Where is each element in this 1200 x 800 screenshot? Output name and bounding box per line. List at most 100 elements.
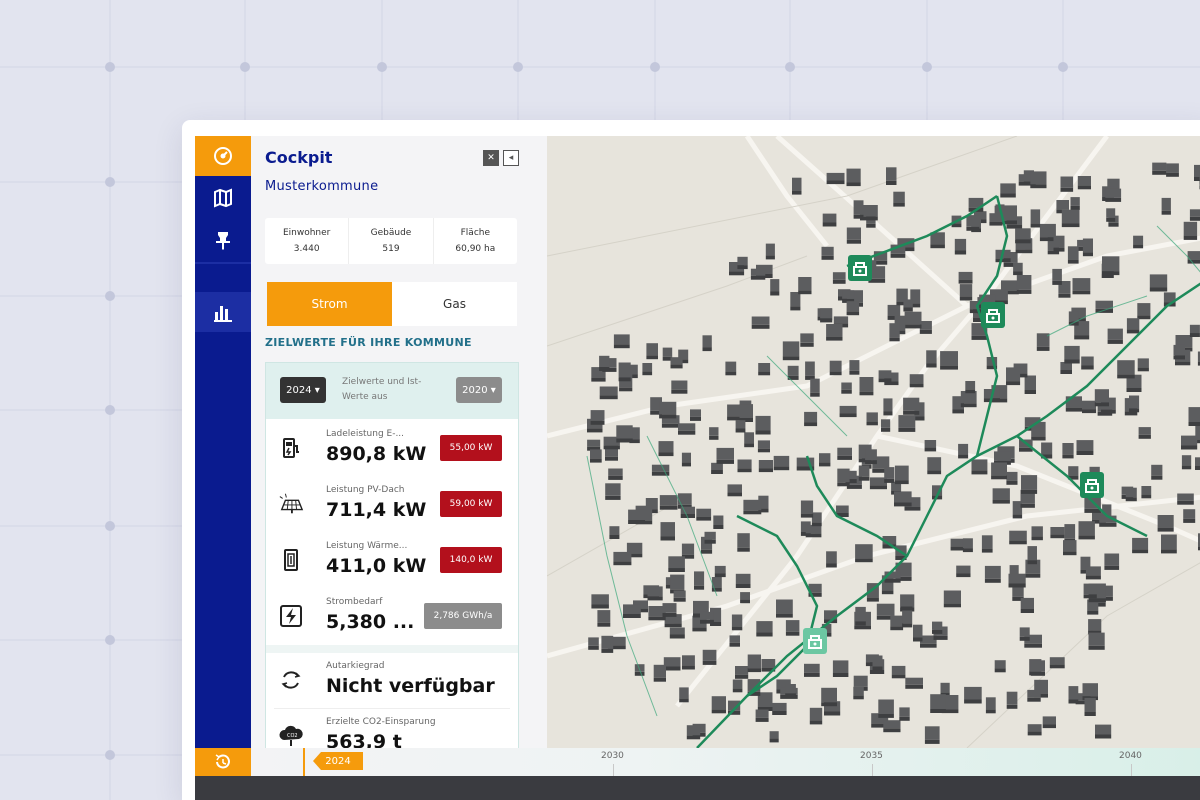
building — [836, 505, 849, 513]
building-side — [930, 244, 945, 249]
building — [900, 596, 913, 607]
rail-statistics-button[interactable] — [195, 292, 251, 332]
building-side — [829, 371, 842, 376]
building-side — [992, 499, 1010, 504]
toggle-strom[interactable]: Strom — [267, 282, 392, 326]
building — [747, 654, 761, 669]
building-side — [1020, 609, 1034, 613]
building — [1129, 395, 1140, 409]
timeline-reset-button[interactable] — [195, 748, 251, 776]
building-side — [960, 403, 977, 408]
toggle-gas[interactable]: Gas — [392, 282, 517, 326]
timeline-tick — [1131, 764, 1132, 776]
building-side — [883, 728, 901, 733]
building — [820, 308, 833, 319]
close-panel-button[interactable]: ✕ — [483, 150, 499, 166]
building-side — [785, 693, 796, 698]
building-side — [692, 627, 707, 632]
target-year-select[interactable]: 2020 ▾ — [456, 377, 502, 403]
stat-value: 60,90 ha — [455, 244, 496, 254]
rail-map-button[interactable] — [195, 178, 251, 218]
building-side — [1058, 293, 1071, 298]
building-side — [1008, 583, 1026, 588]
timeline-marker[interactable] — [303, 748, 305, 776]
building — [1105, 188, 1122, 198]
substation-marker-icon[interactable] — [848, 255, 872, 281]
building — [1104, 553, 1120, 566]
substation-marker-icon[interactable] — [803, 628, 827, 654]
building — [758, 363, 771, 372]
building-side — [1187, 259, 1200, 264]
rail-cockpit-button[interactable] — [195, 136, 251, 176]
building-side — [962, 548, 973, 553]
building-side — [984, 578, 1001, 583]
building — [913, 624, 923, 638]
building — [855, 544, 873, 559]
building — [681, 452, 691, 463]
building — [826, 172, 845, 181]
building-side — [1027, 697, 1041, 702]
building — [1161, 534, 1177, 550]
building — [832, 272, 846, 280]
building — [681, 543, 695, 555]
building-side — [826, 336, 843, 341]
building-side — [1050, 534, 1065, 539]
building — [1177, 493, 1194, 501]
building — [826, 324, 843, 337]
building-side — [737, 468, 752, 473]
metric-label: Strombedarf — [326, 597, 383, 607]
map-view[interactable] — [547, 136, 1200, 748]
timeline-current-year[interactable]: 2024 — [313, 752, 363, 770]
building — [737, 533, 750, 548]
building — [878, 370, 892, 379]
building — [859, 377, 874, 392]
building — [659, 401, 677, 415]
substation-marker-icon[interactable] — [981, 302, 1005, 328]
building — [959, 284, 973, 297]
building — [846, 301, 860, 312]
building-side — [933, 635, 948, 640]
panel-title: Cockpit — [265, 148, 333, 167]
building — [884, 467, 895, 479]
building — [837, 468, 850, 483]
building-side — [1024, 643, 1042, 648]
building — [590, 449, 602, 459]
building-side — [601, 648, 614, 653]
building — [1088, 632, 1105, 646]
building-side — [1012, 514, 1023, 519]
collapse-panel-button[interactable]: ◂ — [503, 150, 519, 166]
building-side — [758, 371, 771, 376]
building — [962, 538, 973, 549]
building-side — [690, 416, 701, 421]
building — [1088, 619, 1102, 631]
building-side — [702, 660, 717, 665]
map-canvas[interactable] — [547, 136, 1200, 748]
current-year-select[interactable]: 2024 ▾ — [280, 377, 326, 403]
timeline-bar[interactable]: 2024 2030 2035 2040 — [195, 748, 1200, 776]
building — [886, 167, 897, 181]
building-side — [800, 513, 814, 518]
building — [1030, 209, 1041, 224]
metric-value: 563,9 t — [326, 731, 402, 748]
app-area: Cockpit ✕ ◂ Musterkommune Einwohner 3.44… — [195, 136, 1200, 800]
building — [1195, 457, 1200, 466]
timeline-track[interactable] — [251, 748, 1200, 776]
building — [842, 290, 855, 299]
building-side — [1137, 367, 1149, 372]
rail-pin-button[interactable] — [195, 220, 251, 260]
building — [1009, 565, 1019, 575]
building-side — [642, 371, 653, 376]
substation-marker-icon[interactable] — [1080, 472, 1104, 498]
building — [896, 288, 908, 302]
building-side — [1088, 645, 1105, 650]
building-side — [628, 520, 645, 524]
building-side — [927, 470, 942, 475]
building — [800, 333, 814, 343]
metric-label: Erzielte CO2-Einsparung — [326, 717, 436, 727]
building — [1030, 171, 1047, 185]
building-side — [891, 674, 906, 679]
building — [894, 491, 912, 503]
building-side — [1006, 480, 1018, 485]
building — [755, 709, 769, 718]
building-side — [1053, 247, 1065, 252]
